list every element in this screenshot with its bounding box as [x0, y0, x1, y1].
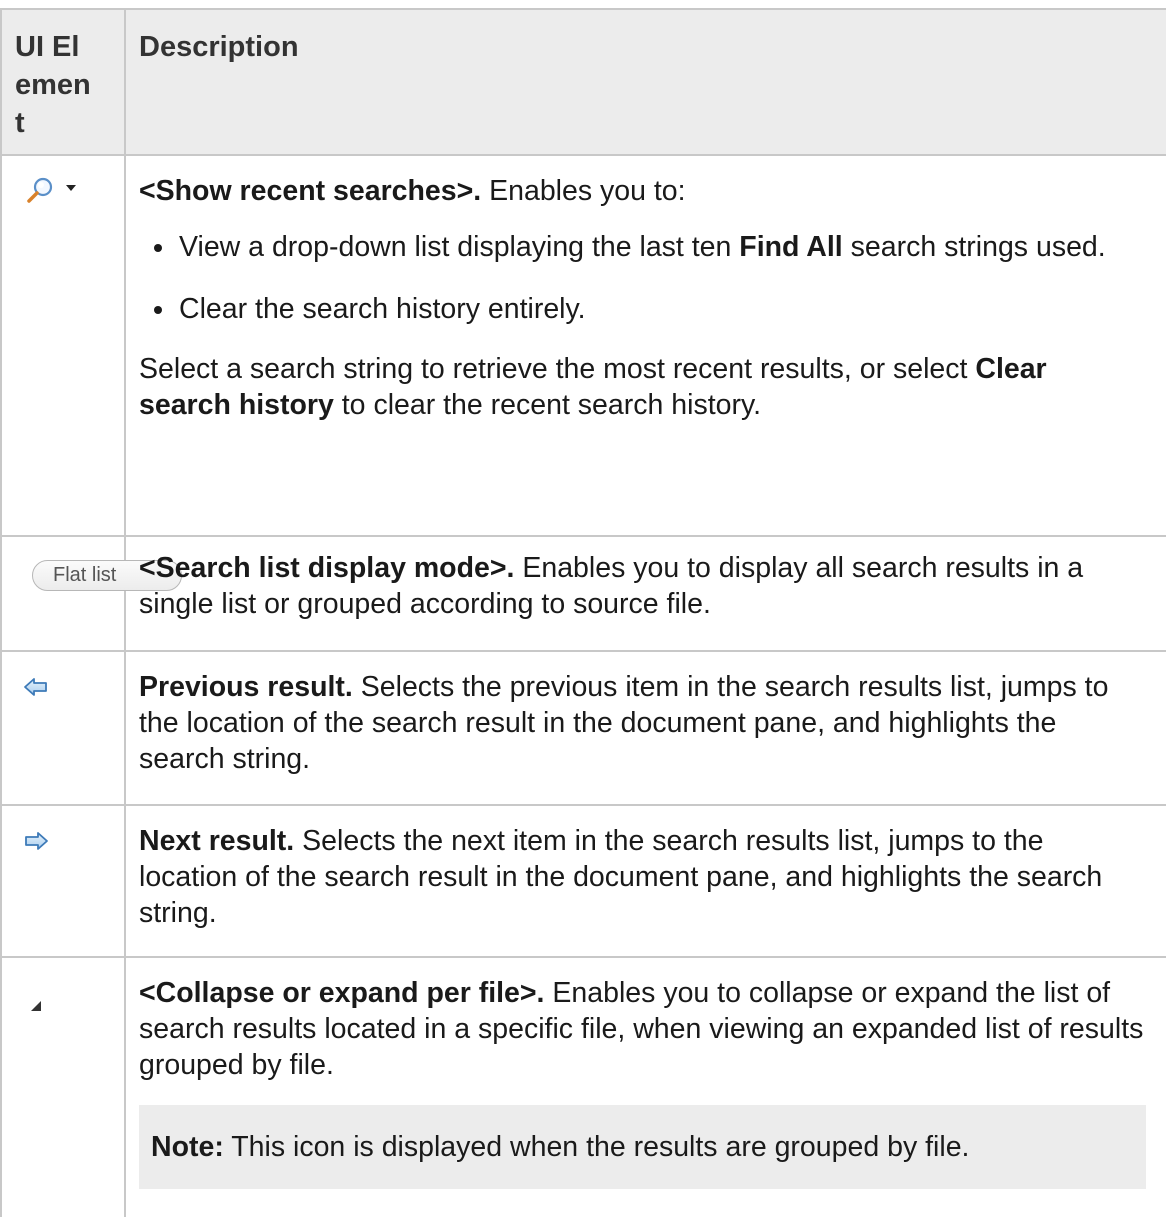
next-result-title: Next result. — [139, 825, 295, 857]
table-row: <Show recent searches>. Enables you to: … — [0, 154, 1166, 536]
note-text: This icon is displayed when the results … — [223, 1131, 970, 1163]
bullet-dot — [154, 244, 162, 252]
header-ui-element-label: UI Element — [15, 31, 91, 139]
recent-searches-after: Select a search string to retrieve the m… — [139, 351, 1146, 423]
display-mode-title: <Search list display mode>. — [139, 552, 515, 584]
next-arrow-icon[interactable] — [23, 825, 49, 861]
bullet-list: View a drop-down list displaying the las… — [139, 229, 1146, 327]
magnifier-dropdown-icon[interactable] — [26, 176, 84, 215]
icon-cell — [0, 154, 126, 536]
description-cell: <Collapse or expand per file>. Enables y… — [124, 956, 1166, 1217]
list-item: Clear the search history entirely. — [139, 291, 1146, 327]
description-cell: <Search list display mode>. Enables you … — [124, 535, 1166, 651]
description-cell: Previous result. Selects the previous it… — [124, 650, 1166, 805]
recent-searches-intro: <Show recent searches>. Enables you to: — [139, 173, 1146, 209]
bullet-text: search strings used. — [842, 231, 1106, 263]
list-item: View a drop-down list displaying the las… — [139, 229, 1146, 265]
display-mode-text: <Search list display mode>. Enables you … — [139, 550, 1146, 622]
collapse-text: <Collapse or expand per file>. Enables y… — [139, 975, 1146, 1083]
description-cell: Next result. Selects the next item in th… — [124, 804, 1166, 957]
after-text: to clear the recent search history. — [333, 389, 762, 421]
collapse-title: <Collapse or expand per file>. — [139, 977, 545, 1009]
collapse-triangle-icon[interactable] — [30, 985, 42, 1021]
bullet-text: View a drop-down list displaying the las… — [179, 231, 740, 263]
bullet-bold-text: Find All — [739, 231, 843, 263]
recent-searches-title: <Show recent searches>. — [139, 175, 482, 207]
description-cell: <Show recent searches>. Enables you to: … — [124, 154, 1166, 536]
ui-element-table: UI Element Description <Show recent sear… — [0, 8, 1166, 1217]
bullet-dot — [154, 306, 162, 314]
table-row: <Collapse or expand per file>. Enables y… — [0, 956, 1166, 1217]
previous-result-title: Previous result. — [139, 671, 353, 703]
after-text: Select a search string to retrieve the m… — [139, 353, 976, 385]
header-description: Description — [124, 8, 1166, 155]
recent-searches-intro-text: Enables you to: — [489, 175, 686, 207]
header-ui-element: UI Element — [0, 8, 126, 155]
bullet-text: Clear the search history entirely. — [179, 293, 586, 325]
previous-result-text: Previous result. Selects the previous it… — [139, 669, 1146, 777]
icon-cell — [0, 804, 126, 957]
note-box: Note: This icon is displayed when the re… — [139, 1105, 1146, 1189]
next-result-text: Next result. Selects the next item in th… — [139, 823, 1146, 931]
table-row: Previous result. Selects the previous it… — [0, 650, 1166, 805]
icon-cell: Flat list — [0, 535, 182, 651]
note-label: Note: — [151, 1131, 224, 1163]
table-header-row: UI Element Description — [0, 8, 1166, 155]
table-row: Flat list <Search list display mode>. En… — [0, 535, 1166, 651]
previous-arrow-icon[interactable] — [23, 671, 49, 707]
table-row: Next result. Selects the next item in th… — [0, 804, 1166, 957]
icon-cell — [0, 956, 126, 1217]
icon-cell — [0, 650, 126, 805]
